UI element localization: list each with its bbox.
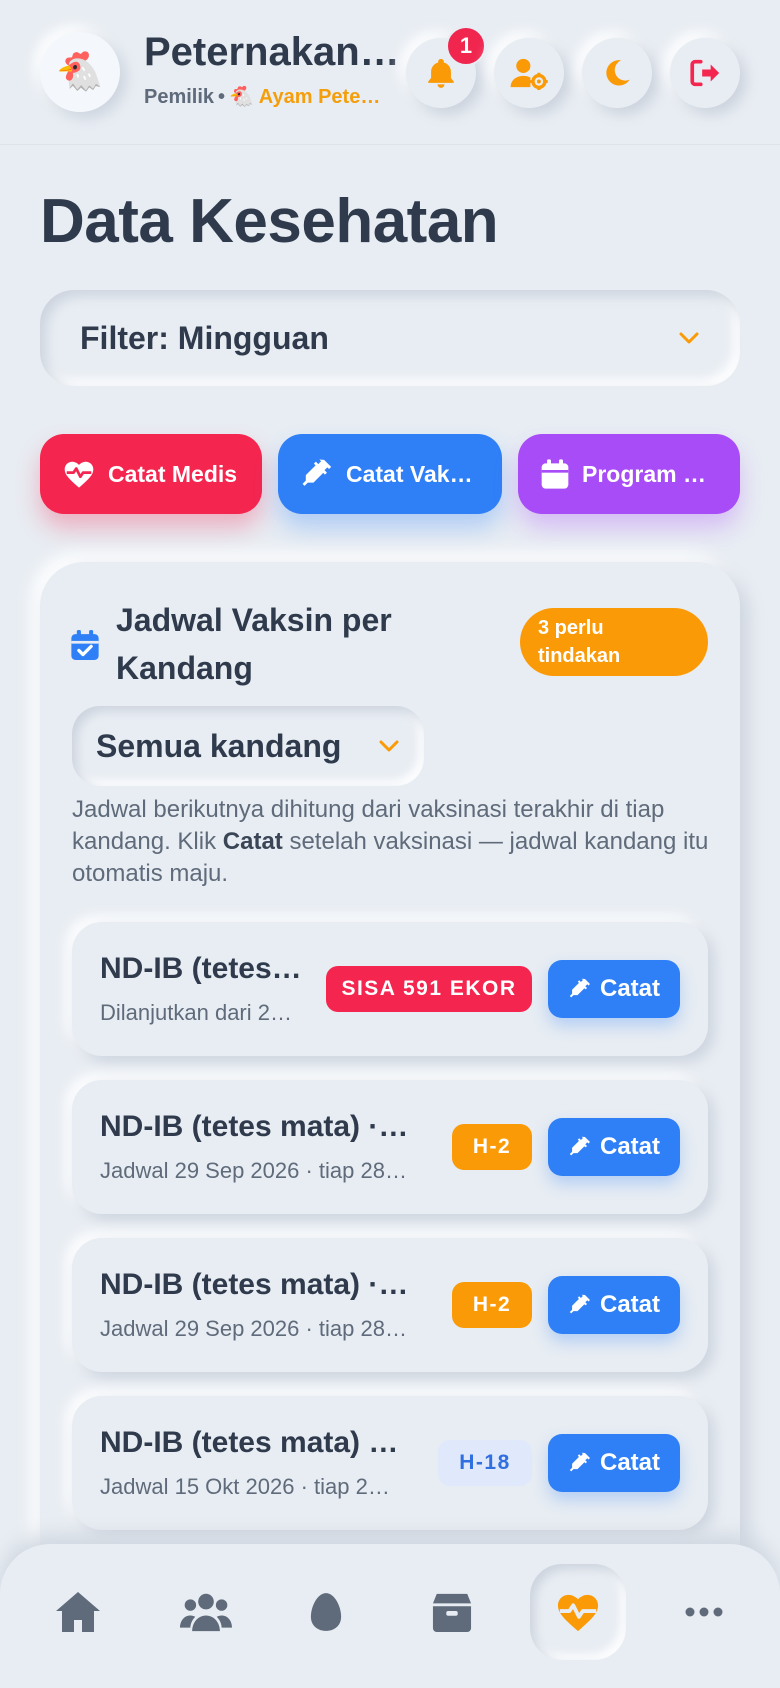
box-icon bbox=[432, 1593, 472, 1632]
status-badge: H-2 bbox=[452, 1124, 532, 1170]
syringe-icon bbox=[569, 978, 590, 998]
schedule-row: ND-IB (tetes mata) · … Jadwal 15 Okt 202… bbox=[72, 1396, 708, 1530]
catat-label: Catat bbox=[599, 975, 660, 1002]
schedule-row: ND-IB (tetes mata) · … Jadwal 29 Sep 202… bbox=[72, 1080, 708, 1214]
page-title: Data Kesehatan bbox=[40, 187, 499, 256]
desc-bold: Catat bbox=[222, 828, 283, 855]
user-settings-button[interactable] bbox=[494, 38, 564, 108]
vaccine-program-label: Program Va… bbox=[582, 460, 718, 487]
schedule-title: Jadwal Vaksin per Kandang bbox=[116, 602, 392, 686]
logout-icon bbox=[690, 59, 720, 87]
nav-eggs[interactable] bbox=[278, 1564, 374, 1660]
calendar-icon bbox=[541, 459, 569, 489]
app-screen: 🐔 Peternakan… Pemilik • 🐔 Ayam Pete… 1 D… bbox=[0, 0, 780, 1688]
record-vaccine-label: Catat Vaksin bbox=[346, 460, 480, 487]
syringe-icon bbox=[569, 1294, 590, 1314]
record-medical-label: Catat Medis bbox=[108, 460, 238, 487]
chicken-icon: 🐔 bbox=[56, 51, 104, 93]
period-filter-select[interactable]: Filter: Mingguan bbox=[40, 290, 740, 386]
schedule-detail: Jadwal 29 Sep 2026 · tiap 28… bbox=[100, 1158, 407, 1183]
vaccine-name: ND-IB (tetes mata) · … bbox=[100, 1426, 400, 1459]
vaccine-schedule-card: Jadwal Vaksin per Kandang 3 perlu tindak… bbox=[40, 562, 740, 1688]
dark-mode-button[interactable] bbox=[582, 38, 652, 108]
nav-home[interactable] bbox=[30, 1564, 126, 1660]
nav-users[interactable] bbox=[158, 1564, 254, 1660]
schedule-row: ND-IB (tetes mata) · … Jadwal 29 Sep 202… bbox=[72, 1238, 708, 1372]
syringe-icon bbox=[569, 1136, 590, 1156]
status-badge: SISA 591 EKOR bbox=[326, 966, 532, 1012]
kandang-select-label: Semua kandang bbox=[96, 727, 342, 764]
farm-subtitle: Pemilik • 🐔 Ayam Pete… bbox=[144, 84, 404, 109]
heart-pulse-icon bbox=[557, 1594, 599, 1632]
user-gear-icon bbox=[510, 58, 548, 90]
action-needed-badge: 3 perlu tindakan bbox=[520, 608, 708, 676]
status-badge: H-2 bbox=[452, 1282, 532, 1328]
egg-icon bbox=[310, 1593, 342, 1631]
schedule-row: ND-IB (tetes… Dilanjutkan dari 2… SISA 5… bbox=[72, 922, 708, 1056]
catat-label: Catat bbox=[599, 1133, 660, 1160]
vaccine-name: ND-IB (tetes mata) · … bbox=[100, 1110, 412, 1143]
notification-count-badge: 1 bbox=[446, 26, 486, 66]
card-header: Jadwal Vaksin per Kandang bbox=[70, 596, 490, 692]
kandang-select[interactable]: Semua kandang bbox=[72, 706, 424, 786]
calendar-check-icon bbox=[71, 630, 99, 660]
syringe-icon bbox=[302, 459, 332, 486]
farm-logo[interactable]: 🐔 bbox=[40, 32, 120, 112]
catat-button[interactable]: Catat bbox=[548, 1118, 680, 1176]
notification-button[interactable]: 1 bbox=[406, 26, 486, 108]
home-icon bbox=[56, 1592, 100, 1632]
nav-health[interactable] bbox=[530, 1564, 626, 1660]
top-header: 🐔 Peternakan… Pemilik • 🐔 Ayam Pete… 1 bbox=[0, 0, 780, 145]
vaccine-name: ND-IB (tetes mata) · … bbox=[100, 1268, 412, 1301]
record-medical-button[interactable]: Catat Medis bbox=[40, 434, 262, 514]
chevron-down-icon bbox=[679, 332, 699, 344]
vaccine-name: ND-IB (tetes… bbox=[100, 952, 302, 985]
vaccine-program-button[interactable]: Program Va… bbox=[518, 434, 740, 514]
nav-more[interactable] bbox=[656, 1564, 752, 1660]
nav-inventory[interactable] bbox=[404, 1564, 500, 1660]
heart-pulse-icon bbox=[64, 461, 94, 488]
catat-button[interactable]: Catat bbox=[548, 1276, 680, 1334]
catat-label: Catat bbox=[599, 1291, 660, 1318]
flock-emoji-icon: 🐔 bbox=[229, 86, 254, 108]
moon-icon bbox=[606, 60, 630, 86]
catat-button[interactable]: Catat bbox=[548, 960, 680, 1018]
bottom-navigation bbox=[0, 1544, 780, 1688]
status-badge: H-18 bbox=[438, 1440, 532, 1486]
farm-name: Peternakan… bbox=[144, 30, 400, 74]
catat-button[interactable]: Catat bbox=[548, 1434, 680, 1492]
schedule-detail: Dilanjutkan dari 2… bbox=[100, 1000, 292, 1025]
chevron-down-icon bbox=[379, 740, 399, 752]
catat-label: Catat bbox=[599, 1449, 660, 1476]
schedule-detail: Jadwal 29 Sep 2026 · tiap 28… bbox=[100, 1316, 407, 1341]
schedule-detail: Jadwal 15 Okt 2026 · tiap 2… bbox=[100, 1474, 390, 1499]
schedule-description: Jadwal berikutnya dihitung dari vaksinas… bbox=[72, 794, 712, 890]
more-icon bbox=[685, 1607, 723, 1617]
separator: • bbox=[218, 86, 226, 108]
record-vaccine-button[interactable]: Catat Vaksin bbox=[278, 434, 502, 514]
user-role: Pemilik bbox=[144, 86, 215, 108]
syringe-icon bbox=[569, 1452, 590, 1472]
users-icon bbox=[180, 1593, 232, 1632]
filter-label: Filter: Mingguan bbox=[80, 319, 329, 356]
logout-button[interactable] bbox=[670, 38, 740, 108]
flock-name: Ayam Pete… bbox=[258, 86, 381, 108]
